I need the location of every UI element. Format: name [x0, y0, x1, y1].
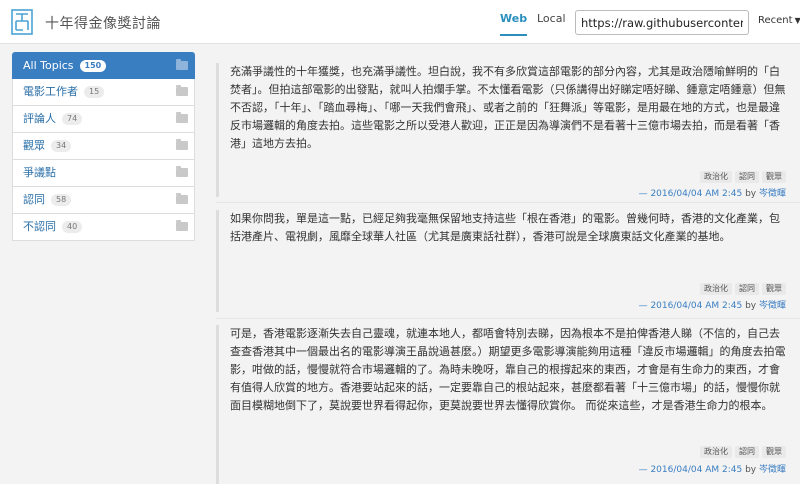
folder-icon — [176, 220, 188, 231]
tag[interactable]: 政治化 — [700, 171, 732, 183]
tab-local[interactable]: Local — [537, 12, 566, 36]
count-badge: 58 — [51, 194, 72, 206]
post-meta: — 2016/04/04 AM 2:45 by 岑徵暉 — [639, 186, 786, 199]
author-link[interactable]: 岑徵暉 — [759, 189, 786, 199]
post-meta: — 2016/04/04 AM 2:45 by 岑徵暉 — [639, 462, 786, 475]
count-badge: 150 — [79, 60, 107, 72]
post-card: 可是，香港電影逐漸失去自己靈魂，就連本地人，都唔會特別去睇，因為根本不是拍俾香港… — [216, 325, 798, 484]
folder-icon — [176, 85, 188, 96]
post-date: — 2016/04/04 AM 2:45 — [638, 301, 743, 311]
sidebar-item-filmmakers[interactable]: 電影工作者 15 — [12, 79, 195, 106]
app-logo-icon — [11, 9, 33, 35]
tag[interactable]: 觀眾 — [762, 446, 786, 458]
tag[interactable]: 觀眾 — [762, 283, 786, 295]
tag[interactable]: 認同 — [735, 283, 759, 295]
sidebar-item-audience[interactable]: 觀眾 34 — [12, 133, 195, 160]
recent-label: Recent — [758, 15, 793, 26]
top-bar: 十年得金像獎討論 Web Local Recent▼ — [0, 0, 800, 44]
post-divider — [216, 318, 800, 319]
folder-icon — [176, 112, 188, 123]
author-link[interactable]: 岑徵暉 — [759, 301, 786, 311]
sidebar-item-label: 觀眾 — [23, 139, 45, 152]
tab-web[interactable]: Web — [500, 12, 528, 36]
tag-list: 政治化 認同 觀眾 — [697, 276, 786, 295]
sidebar-item-label: 評論人 — [23, 112, 56, 125]
tag[interactable]: 政治化 — [700, 446, 732, 458]
folder-icon — [176, 193, 188, 204]
count-badge: 40 — [62, 221, 83, 233]
sidebar-item-disagree[interactable]: 不認同 40 — [12, 214, 195, 241]
sidebar-item-label: 認同 — [23, 193, 45, 206]
tag[interactable]: 認同 — [735, 171, 759, 183]
post-card: 如果你問我，單是這一點，已經足夠我毫無保留地支持這些「根在香港」的電影。曾幾何時… — [216, 210, 798, 312]
post-meta: — 2016/04/04 AM 2:45 by 岑徵暉 — [639, 298, 786, 311]
app-title: 十年得金像獎討論 — [45, 16, 161, 32]
post-text: 充滿爭議性的十年獲獎，也充滿爭議性。坦白說，我不有多欣賞這部電影的部分內容，尤其… — [230, 65, 786, 150]
folder-icon — [176, 139, 188, 150]
sidebar-item-label: 爭議點 — [23, 166, 56, 179]
count-badge: 34 — [51, 140, 72, 152]
tag[interactable]: 認同 — [735, 446, 759, 458]
tag-list: 政治化 認同 觀眾 — [697, 164, 786, 183]
by-label: by — [745, 301, 757, 311]
sidebar-item-controversy[interactable]: 爭議點 — [12, 160, 195, 187]
caret-down-icon: ▼ — [794, 16, 800, 25]
sidebar-item-label: All Topics — [23, 59, 74, 72]
sidebar-item-critics[interactable]: 評論人 74 — [12, 106, 195, 133]
folder-icon — [176, 59, 188, 70]
post-text: 可是，香港電影逐漸失去自己靈魂，就連本地人，都唔會特別去睇，因為根本不是拍俾香港… — [230, 327, 786, 412]
sidebar-item-agree[interactable]: 認同 58 — [12, 187, 195, 214]
sidebar-item-all-topics[interactable]: All Topics 150 — [12, 52, 195, 79]
url-input[interactable] — [575, 10, 749, 35]
folder-icon — [176, 166, 188, 177]
post-text: 如果你問我，單是這一點，已經足夠我毫無保留地支持這些「根在香港」的電影。曾幾何時… — [230, 212, 780, 243]
author-link[interactable]: 岑徵暉 — [759, 465, 786, 475]
topic-sidebar: All Topics 150 電影工作者 15 評論人 74 觀眾 34 爭議點 認同 5… — [12, 52, 195, 241]
tag[interactable]: 政治化 — [700, 283, 732, 295]
post-card: 充滿爭議性的十年獲獎，也充滿爭議性。坦白說，我不有多欣賞這部電影的部分內容，尤其… — [216, 63, 798, 199]
by-label: by — [745, 465, 757, 475]
post-date: — 2016/04/04 AM 2:45 — [638, 189, 743, 199]
post-date: — 2016/04/04 AM 2:45 — [638, 465, 743, 475]
sidebar-item-label: 電影工作者 — [23, 85, 78, 98]
count-badge: 74 — [62, 113, 83, 125]
count-badge: 15 — [84, 86, 105, 98]
tag-list: 政治化 認同 觀眾 — [697, 439, 786, 458]
tag[interactable]: 觀眾 — [762, 171, 786, 183]
recent-dropdown[interactable]: Recent ▼ — [758, 15, 800, 26]
by-label: by — [745, 189, 757, 199]
post-divider — [216, 202, 800, 203]
sidebar-item-label: 不認同 — [23, 220, 56, 233]
